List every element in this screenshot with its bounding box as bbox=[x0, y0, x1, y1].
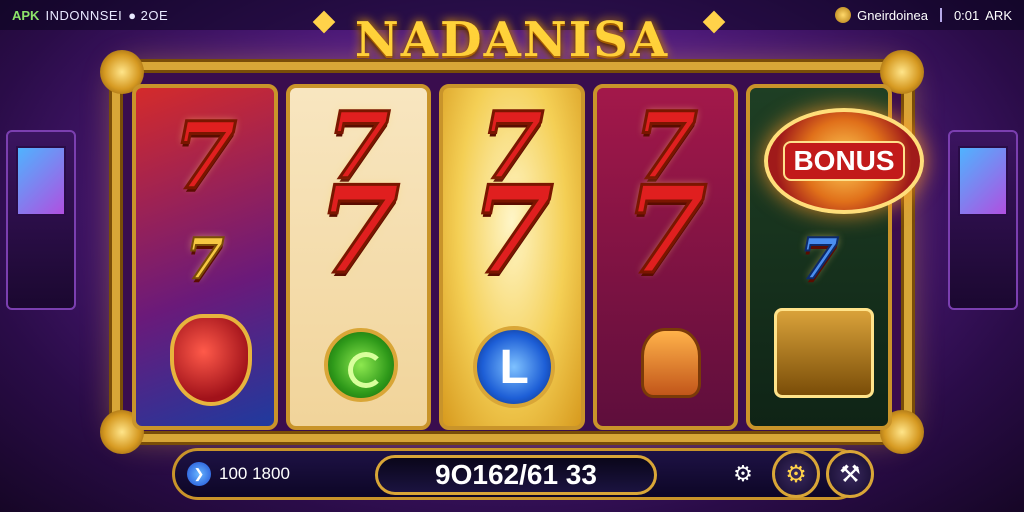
reel-3: 7 7 bbox=[439, 84, 585, 430]
balance-display: ❯ 100 1800 bbox=[175, 462, 375, 486]
seven-symbol: 7 bbox=[469, 159, 555, 303]
treasure-bag-icon bbox=[170, 314, 252, 406]
treasure-chest-icon bbox=[774, 308, 875, 398]
bell-icon bbox=[640, 328, 701, 398]
seven-symbol: 7 bbox=[171, 101, 238, 212]
bonus-badge[interactable]: BONUS bbox=[764, 108, 924, 214]
coin-icon: ❯ bbox=[187, 462, 211, 486]
seven-symbol-gold: 7 bbox=[184, 225, 225, 293]
hammer-icon: ⚒ bbox=[839, 460, 861, 488]
reel-4: 7 7 bbox=[592, 84, 739, 430]
game-title: NADANISA bbox=[354, 12, 670, 68]
gear-icon: ⚙ bbox=[785, 460, 807, 488]
reel-1: 7 7 bbox=[132, 84, 278, 430]
bonus-label: BONUS bbox=[783, 141, 905, 181]
gear-icon[interactable]: ⚙ bbox=[731, 463, 755, 487]
green-coin-icon bbox=[323, 328, 398, 402]
arcade-cabinet-right bbox=[948, 130, 1018, 310]
seven-symbol: 7 bbox=[622, 159, 708, 303]
seven-symbol-blue: 7 bbox=[799, 225, 840, 293]
arcade-cabinet-left bbox=[6, 130, 76, 310]
control-bar: ❯ 100 1800 9O162/61 33 ⚙ bbox=[172, 448, 862, 500]
seven-symbol: 7 bbox=[315, 159, 401, 303]
reel-2: 7 7 bbox=[285, 84, 432, 430]
blue-clock-icon bbox=[473, 326, 556, 408]
balance-value: 100 1800 bbox=[219, 464, 290, 483]
cabinet-screen bbox=[16, 146, 66, 216]
cabinet-screen bbox=[958, 146, 1008, 216]
settings-button[interactable]: ⚙ bbox=[772, 450, 820, 498]
win-display: 9O162/61 33 bbox=[375, 455, 657, 495]
tools-button[interactable]: ⚒ bbox=[826, 450, 874, 498]
